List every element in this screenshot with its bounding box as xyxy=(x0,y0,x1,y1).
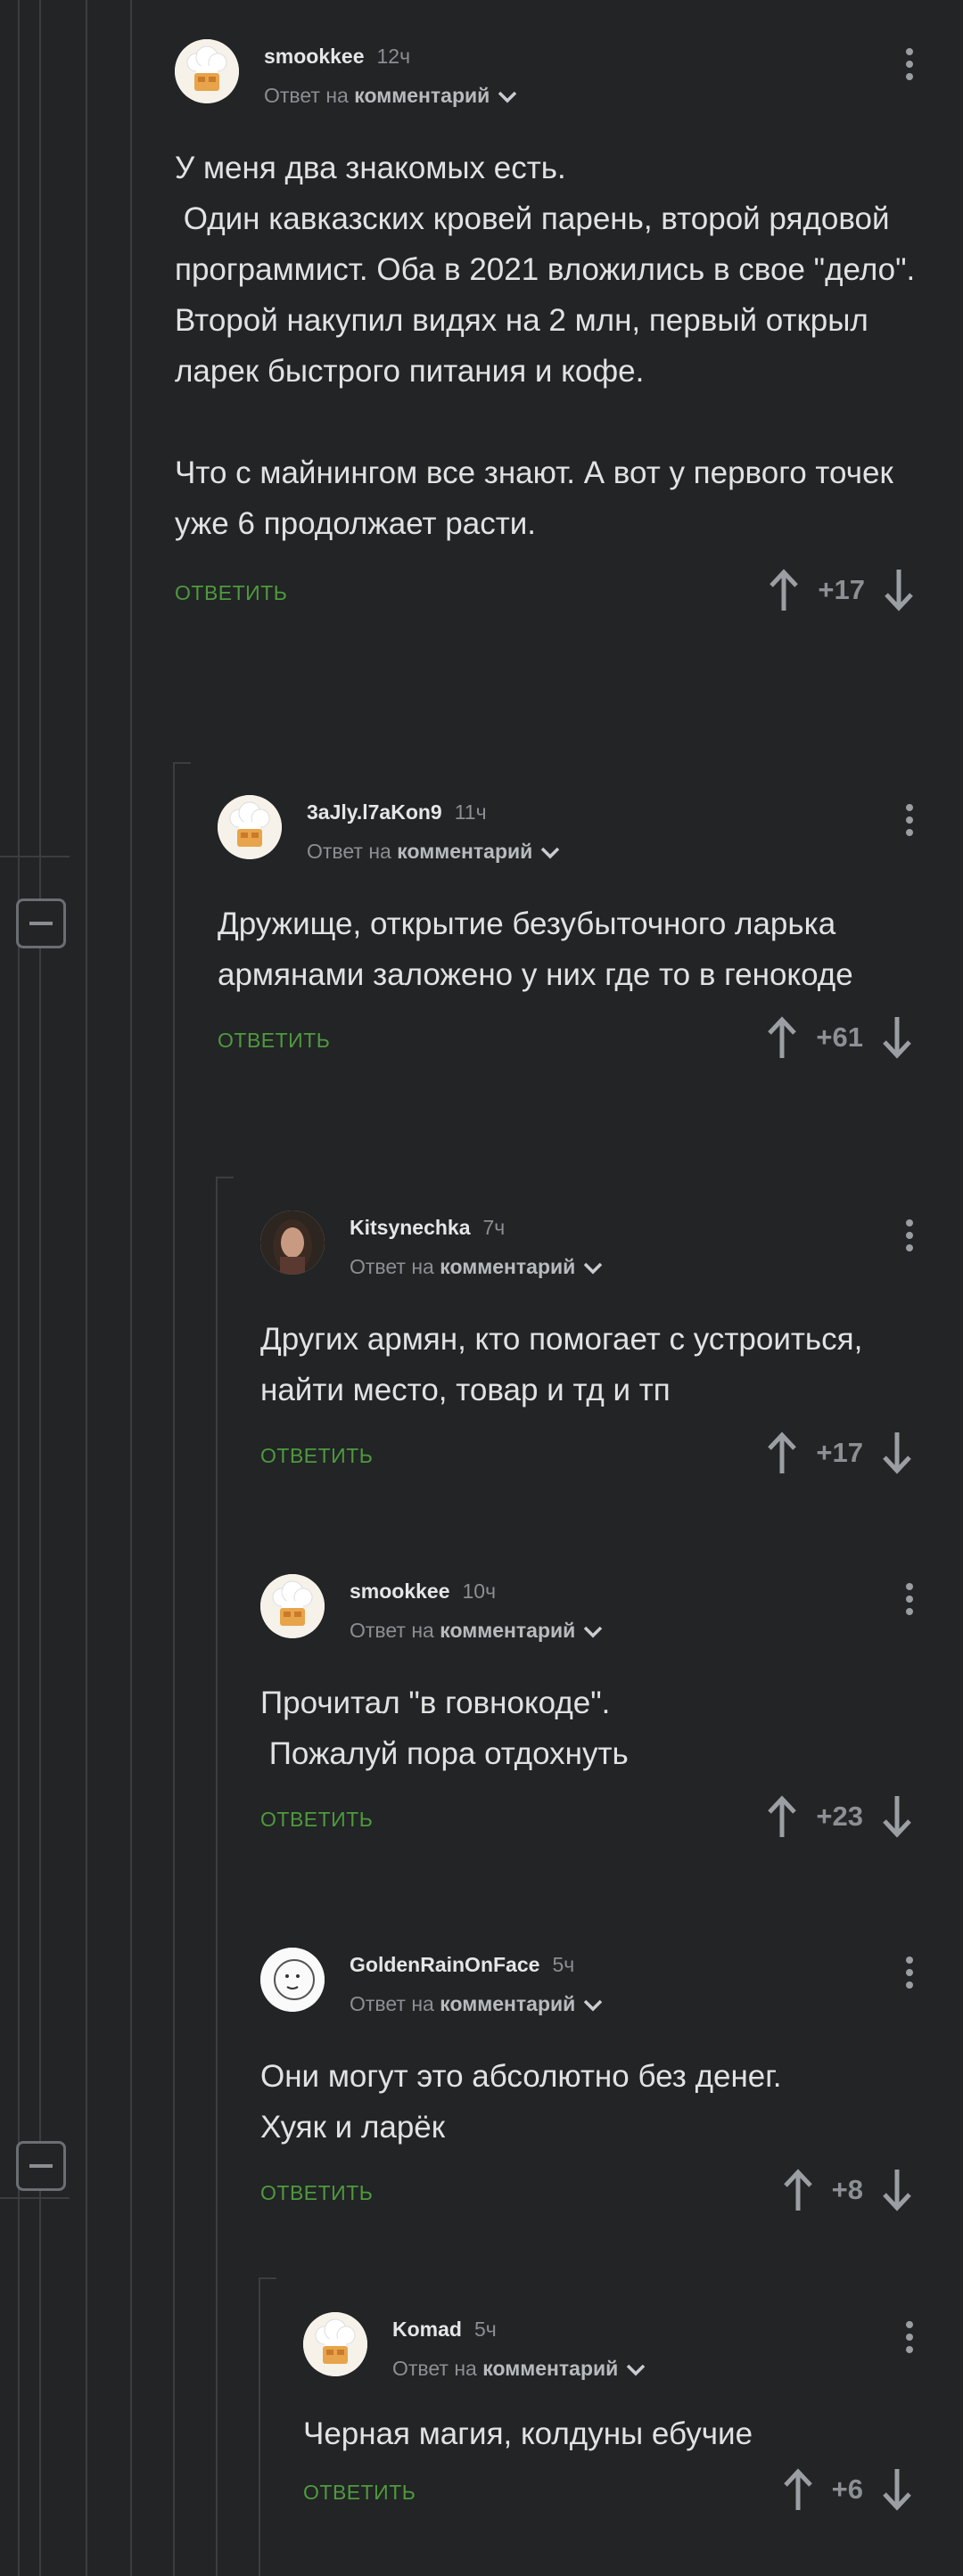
comment-text: Дружище, открытие безубыточного ларька а… xyxy=(218,907,853,992)
reply-button[interactable]: ОТВЕТИТЬ xyxy=(303,2481,416,2505)
thread-line xyxy=(173,762,175,2576)
rating: +17 xyxy=(816,1437,863,1468)
collapse-thread-button[interactable] xyxy=(16,898,66,948)
reply-button[interactable]: ОТВЕТИТЬ xyxy=(175,581,287,605)
upvote-icon[interactable] xyxy=(766,1015,798,1060)
chevron-down-icon xyxy=(541,847,560,859)
thread-line xyxy=(86,0,87,2576)
author-name[interactable]: 3aJly.l7aKon9 xyxy=(307,800,442,824)
reply-to-link[interactable]: Ответ на комментарий xyxy=(264,84,518,108)
chef-hat-avatar[interactable] xyxy=(260,1574,325,1638)
chevron-down-icon xyxy=(584,1999,603,2012)
author-name[interactable]: Komad xyxy=(392,2318,462,2341)
reply-button[interactable]: ОТВЕТИТЬ xyxy=(260,2181,373,2205)
author-name[interactable]: smookkee xyxy=(350,1579,450,1603)
downvote-icon[interactable] xyxy=(881,1794,913,1839)
reply-to-link[interactable]: Ответ на комментарий xyxy=(350,1619,604,1643)
upvote-icon[interactable] xyxy=(782,2168,814,2212)
reply-to-link[interactable]: Ответ на комментарий xyxy=(350,1992,604,2016)
upvote-icon[interactable] xyxy=(768,568,800,612)
upvote-icon[interactable] xyxy=(766,1794,798,1839)
more-icon[interactable] xyxy=(899,1219,920,1262)
chef-hat-avatar[interactable] xyxy=(175,39,239,103)
chevron-down-icon xyxy=(584,1626,603,1638)
comment-text: Черная магия, колдуны ебучие xyxy=(303,2416,753,2451)
thread-line xyxy=(130,0,132,2576)
more-icon[interactable] xyxy=(899,804,920,847)
thread-line xyxy=(259,2277,260,2576)
downvote-icon[interactable] xyxy=(881,2467,913,2512)
chevron-down-icon xyxy=(584,1262,603,1275)
comment-time: 10ч xyxy=(462,1579,497,1603)
upvote-icon[interactable] xyxy=(782,2467,814,2512)
more-icon[interactable] xyxy=(899,2321,920,2364)
comment: GoldenRainOnFace 5ч Ответ на комментарий … xyxy=(260,1948,963,2226)
comment-text: У меня два знакомых есть. Один кавказски… xyxy=(175,151,916,541)
thread-branch xyxy=(0,2197,70,2199)
comment-text: Других армян, кто помогает с устроиться,… xyxy=(260,1322,872,1407)
portrait-avatar[interactable] xyxy=(260,1210,325,1275)
reply-to-link[interactable]: Ответ на комментарий xyxy=(307,840,561,864)
downvote-icon[interactable] xyxy=(881,1431,913,1475)
comment: Kitsynechka 7ч Ответ на комментарий Други… xyxy=(260,1210,963,1489)
rating: +23 xyxy=(816,1801,863,1832)
comment-time: 12ч xyxy=(376,45,411,68)
reply-button[interactable]: ОТВЕТИТЬ xyxy=(260,1808,373,1832)
downvote-icon[interactable] xyxy=(881,2168,913,2212)
rating: +6 xyxy=(831,2473,863,2505)
comment: smookkee 12ч Ответ на комментарий У меня … xyxy=(175,39,963,626)
chef-hat-avatar[interactable] xyxy=(303,2312,367,2376)
rating: +61 xyxy=(816,1021,863,1053)
comment-time: 11ч xyxy=(454,800,487,824)
author-name[interactable]: Kitsynechka xyxy=(350,1216,471,1239)
comment-time: 5ч xyxy=(552,1953,575,1976)
thread-branch xyxy=(0,856,70,857)
more-icon[interactable] xyxy=(899,1957,920,1999)
comment: 3aJly.l7aKon9 11ч Ответ на комментарий Др… xyxy=(218,795,963,1073)
reply-to-link[interactable]: Ответ на комментарий xyxy=(392,2357,646,2381)
rating: +17 xyxy=(818,574,865,605)
downvote-icon[interactable] xyxy=(883,568,915,612)
chevron-down-icon xyxy=(627,2364,646,2376)
author-name[interactable]: GoldenRainOnFace xyxy=(350,1953,539,1976)
collapse-thread-button[interactable] xyxy=(16,2141,66,2191)
downvote-icon[interactable] xyxy=(881,1015,913,1060)
comment: Komad 5ч Ответ на комментарий Черная маги… xyxy=(303,2312,963,2525)
upvote-icon[interactable] xyxy=(766,1431,798,1475)
thread-branch xyxy=(216,1177,234,1178)
thread-branch xyxy=(259,2277,276,2279)
comment-text: Они могут это абсолютно без денег. Хуяк … xyxy=(260,2059,782,2145)
reply-button[interactable]: ОТВЕТИТЬ xyxy=(218,1029,330,1053)
thread-branch xyxy=(173,762,191,764)
comment-text: Прочитал "в говнокоде". Пожалуй пора отд… xyxy=(260,1686,629,1771)
chevron-down-icon xyxy=(498,91,517,103)
rating: +8 xyxy=(831,2174,863,2205)
thread-line xyxy=(216,1177,218,2576)
comment-time: 7ч xyxy=(482,1216,506,1239)
more-icon[interactable] xyxy=(899,1583,920,1626)
chef-hat-avatar[interactable] xyxy=(218,795,282,859)
sketch-avatar[interactable] xyxy=(260,1948,325,2012)
more-icon[interactable] xyxy=(899,48,920,91)
comment: smookkee 10ч Ответ на комментарий Прочита… xyxy=(260,1574,963,1852)
reply-to-link[interactable]: Ответ на комментарий xyxy=(350,1255,604,1279)
author-name[interactable]: smookkee xyxy=(264,45,365,68)
comment-time: 5ч xyxy=(473,2318,497,2341)
reply-button[interactable]: ОТВЕТИТЬ xyxy=(260,1444,373,1468)
